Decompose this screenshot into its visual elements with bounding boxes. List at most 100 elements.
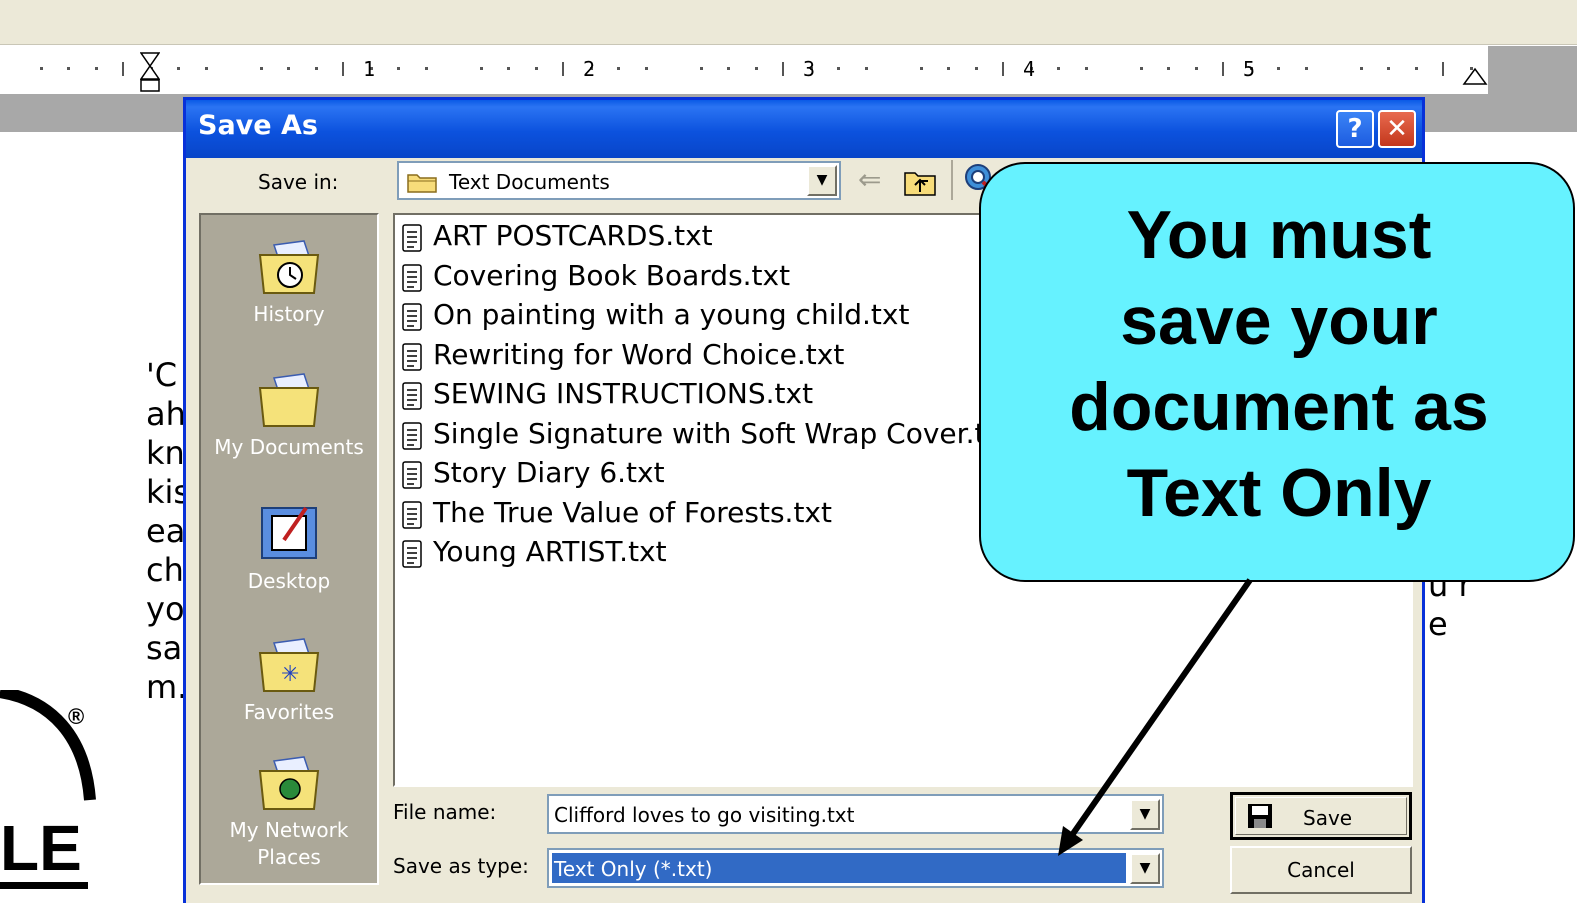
ruler-dot <box>94 67 98 70</box>
file-name: The True Value of Forests.txt <box>433 495 832 529</box>
save-in-dropdown[interactable]: Text Documents ▼ <box>397 161 841 200</box>
place-history[interactable]: History <box>201 237 377 328</box>
ruler-tick <box>342 62 344 76</box>
ruler-dot <box>974 67 978 70</box>
save-as-type-dropdown[interactable]: Text Only (*.txt) ▼ <box>547 848 1164 888</box>
ruler-dot <box>1167 67 1170 70</box>
file-name: On painting with a young child.txt <box>433 298 910 331</box>
text-file-icon <box>402 224 422 252</box>
chevron-down-icon[interactable]: ▼ <box>1130 853 1160 884</box>
cancel-button[interactable]: Cancel <box>1230 846 1412 894</box>
document-text: ah <box>146 395 186 433</box>
favorites-icon: ✳ <box>258 638 320 692</box>
ruler-dot <box>177 67 180 70</box>
place-label: History <box>253 302 325 326</box>
desktop-icon <box>261 506 317 559</box>
right-indent-marker-icon[interactable] <box>1462 66 1488 86</box>
save-in-label: Save in: <box>258 170 339 194</box>
place-label: My Documents <box>214 435 364 459</box>
ruler-tick <box>1222 62 1224 76</box>
file-name: ART POSTCARDS.txt <box>433 219 713 252</box>
ruler-dot <box>67 67 70 70</box>
ruler-dot <box>837 67 840 70</box>
back-arrow-icon[interactable]: ⇐ <box>858 166 881 194</box>
ruler-dot <box>644 67 648 70</box>
text-file-icon <box>402 500 422 529</box>
file-name: Young ARTIST.txt <box>433 535 667 568</box>
toolbar-separator <box>951 160 953 200</box>
save-in-value: Text Documents <box>449 170 610 194</box>
ruler-dot <box>864 67 868 70</box>
place-label: Desktop <box>247 569 331 593</box>
ruler-dot <box>424 67 428 70</box>
dialog-titlebar[interactable]: Save As ? ✕ <box>186 100 1422 158</box>
text-file-icon <box>402 461 422 489</box>
ruler-tick <box>782 62 784 76</box>
close-button[interactable]: ✕ <box>1378 110 1416 148</box>
callout-line: save your <box>1120 283 1438 359</box>
place-favorites[interactable]: ✳ Favorites <box>201 635 377 726</box>
places-bar: History My Documents Desktop ✳ Favorites… <box>199 213 379 885</box>
ruler-dot <box>699 67 703 70</box>
text-file-icon <box>402 342 422 371</box>
place-label: My Network Places <box>229 818 349 869</box>
file-name: Story Diary 6.txt <box>433 456 665 489</box>
chevron-down-icon[interactable]: ▼ <box>807 165 837 196</box>
document-text: m. <box>146 668 188 706</box>
ruler-dot <box>479 67 483 70</box>
instruction-callout: You must save your document as Text Only <box>979 162 1575 582</box>
callout-line: document as <box>1069 369 1489 445</box>
save-as-type-label: Save as type: <box>393 854 529 878</box>
ruler-tick <box>1002 62 1004 76</box>
document-text: sa <box>146 629 183 667</box>
svg-text:✳: ✳ <box>281 662 299 687</box>
ruler-dot <box>259 67 263 70</box>
publisher-logo: LE ® <box>0 690 96 889</box>
file-name-field[interactable]: Clifford loves to go visiting.txt ▼ <box>547 794 1164 834</box>
ruler-dot <box>1139 67 1143 70</box>
callout-text: You must save your document as Text Only <box>1001 192 1557 536</box>
file-name: Single Signature with Soft Wrap Cover.tx… <box>433 416 1014 450</box>
floppy-disk-icon <box>1248 804 1272 828</box>
ruler-dot <box>507 67 510 70</box>
place-my-documents[interactable]: My Documents <box>201 370 377 461</box>
horizontal-ruler[interactable] <box>0 46 1577 95</box>
callout-line: Text Only <box>1126 455 1432 531</box>
ruler-dot <box>1057 67 1060 70</box>
word-toolbar-area <box>0 0 1577 45</box>
ruler-tick <box>1442 62 1444 76</box>
ruler-number: 5 <box>1243 57 1256 81</box>
ruler-dot <box>534 67 538 70</box>
document-text: 'C <box>146 356 178 394</box>
file-name-label: File name: <box>393 800 497 824</box>
my-documents-icon <box>258 373 320 427</box>
ruler-number: 2 <box>583 57 596 81</box>
place-desktop[interactable]: Desktop <box>201 500 377 595</box>
up-one-level-icon[interactable] <box>904 168 936 196</box>
save-button[interactable]: Save <box>1230 792 1412 840</box>
place-network[interactable]: My Network Places <box>201 755 377 871</box>
place-label: Favorites <box>243 700 335 724</box>
text-file-icon <box>402 540 422 568</box>
text-file-icon <box>402 303 422 331</box>
ruler-dot <box>947 67 950 70</box>
file-name: SEWING INSTRUCTIONS.txt <box>433 377 814 410</box>
file-name-value: Clifford loves to go visiting.txt <box>554 803 855 827</box>
save-as-type-value: Text Only (*.txt) <box>554 857 713 881</box>
ruler-dot <box>1277 67 1280 70</box>
ruler-number: 1 <box>363 57 376 81</box>
ruler-dot <box>204 67 208 70</box>
help-button[interactable]: ? <box>1336 110 1374 148</box>
ruler-dot <box>39 67 43 70</box>
ruler-dot <box>1414 67 1418 70</box>
ruler-dot <box>1359 67 1363 70</box>
ruler-dot <box>754 67 758 70</box>
left-indent-marker-icon[interactable] <box>140 52 160 92</box>
ruler-number: 4 <box>1023 57 1036 81</box>
ruler-number: 3 <box>803 57 816 81</box>
text-file-icon <box>402 421 422 450</box>
chevron-down-icon[interactable]: ▼ <box>1130 799 1160 830</box>
history-icon <box>258 240 320 294</box>
ruler-dot <box>314 67 318 70</box>
ruler-dot <box>1387 67 1390 70</box>
